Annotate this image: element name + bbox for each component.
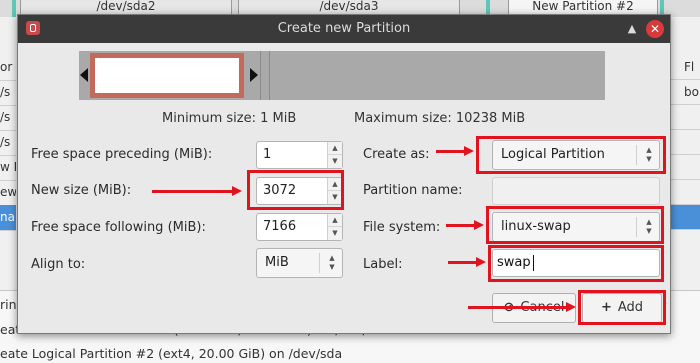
annotation-box-label [488, 245, 664, 282]
spin-down-icon[interactable]: ▼ [328, 155, 342, 168]
align-to-label: Align to: [31, 257, 86, 272]
bg-col-cell [668, 180, 700, 205]
free-following-spinner[interactable]: 7166 ▲ ▼ [256, 213, 343, 241]
bg-list-row[interactable]: w P [0, 155, 16, 181]
annotation-box-add [578, 290, 666, 325]
bg-tab-new-partition[interactable]: New Partition #2 [508, 0, 658, 15]
resize-handle-left[interactable] [80, 68, 88, 82]
spin-up-icon[interactable]: ▲ [328, 142, 342, 155]
maximize-icon[interactable]: ▲ [622, 19, 642, 39]
bg-tab-sda2[interactable]: /dev/sda2 [20, 0, 232, 15]
pending-op-item[interactable]: eate Logical Partition #2 (ext4, 20.00 G… [0, 346, 342, 361]
bg-col-cell-selected [668, 205, 700, 230]
bg-col-cell: bo [668, 80, 700, 105]
free-preceding-label: Free space preceding (MiB): [31, 147, 213, 162]
align-to-value: MiB [265, 255, 289, 270]
free-preceding-value: 1 [263, 147, 272, 162]
free-following-value: 7166 [263, 219, 297, 234]
pending-ops-label: rin [0, 297, 17, 312]
bg-list-header: or [0, 55, 16, 81]
annotation-box-create-as [476, 136, 666, 174]
annotation-arrowhead [566, 302, 576, 312]
partition-name-label: Partition name: [363, 183, 463, 198]
align-to-select[interactable]: MiB ▲ ▼ [256, 248, 343, 278]
free-following-label: Free space following (MiB): [31, 220, 206, 235]
annotation-box-file-system [486, 206, 664, 244]
annotation-arrowhead [476, 257, 486, 267]
file-system-label: File system: [363, 220, 441, 235]
free-space-divider [260, 51, 261, 100]
label-label: Label: [363, 257, 403, 272]
bg-list-row-selected[interactable]: na [0, 205, 16, 231]
free-preceding-spinner[interactable]: 1 ▲ ▼ [256, 141, 343, 169]
background-strip [12, 0, 16, 17]
annotation-arrow [152, 190, 234, 193]
create-as-label: Create as: [363, 147, 430, 162]
annotation-arrow [446, 224, 476, 227]
bg-tab-sda3[interactable]: /dev/sda3 [238, 0, 460, 15]
annotation-arrowhead [464, 146, 474, 156]
new-partition-segment[interactable] [90, 53, 244, 98]
partition-name-field[interactable] [492, 177, 660, 205]
combo-arrows-icon: ▲ ▼ [329, 254, 335, 271]
spin-up-icon[interactable]: ▲ [328, 214, 342, 227]
annotation-arrow [448, 261, 478, 264]
annotation-arrowhead [232, 186, 242, 196]
bg-list-row[interactable]: /s [0, 80, 16, 106]
create-partition-dialog: Create new Partition ▲ ✕ Minimum size: 1… [17, 14, 671, 334]
new-size-label: New size (MiB): [31, 183, 132, 198]
partition-size-graphic[interactable] [79, 51, 605, 100]
annotation-box-new-size [247, 170, 344, 210]
annotation-arrow [436, 150, 466, 153]
bg-list-row[interactable]: /s [0, 105, 16, 131]
bg-col-cell [668, 105, 700, 130]
dialog-titlebar[interactable]: Create new Partition ▲ ✕ [18, 15, 670, 43]
dialog-title: Create new Partition [277, 21, 411, 36]
close-icon[interactable]: ✕ [646, 20, 664, 38]
annotation-arrowhead [474, 220, 484, 230]
bg-col-cell [668, 130, 700, 155]
resize-handle-right[interactable] [250, 68, 258, 82]
bg-list-row[interactable]: /s [0, 130, 16, 156]
maximum-size-label: Maximum size: 10238 MiB [354, 111, 526, 126]
minimum-size-label: Minimum size: 1 MiB [162, 111, 297, 126]
bg-list-row[interactable]: ew [0, 180, 16, 206]
bg-col-cell [668, 155, 700, 180]
annotation-arrow [468, 306, 568, 309]
spin-down-icon[interactable]: ▼ [328, 227, 342, 240]
free-space-divider [269, 51, 270, 100]
bg-col-header-flags: Fl [668, 55, 700, 80]
